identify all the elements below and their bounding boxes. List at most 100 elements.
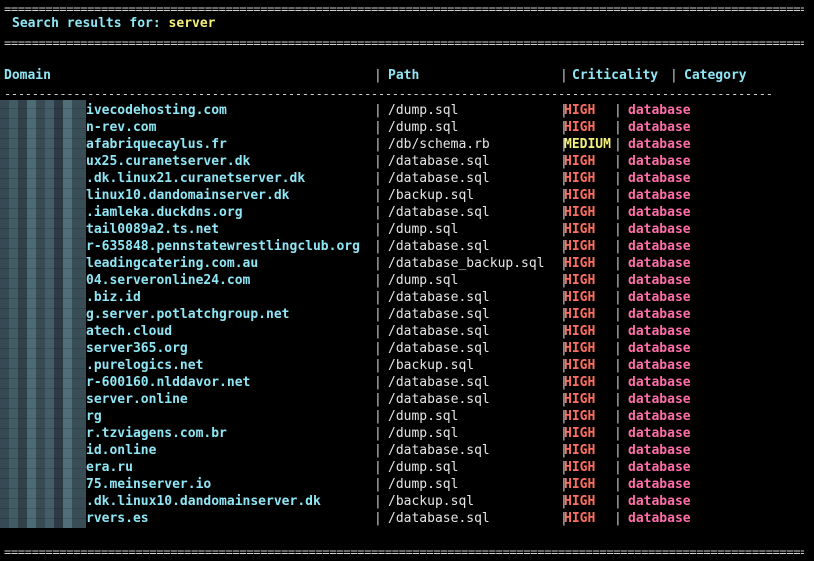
column-divider: | — [374, 341, 382, 356]
column-divider: | — [560, 68, 568, 83]
domain-cell: era.ru — [86, 460, 133, 475]
separator-bottom: ========================================… — [4, 546, 804, 558]
path-cell: /database.sql — [388, 443, 490, 458]
column-divider: | — [614, 477, 622, 492]
criticality-cell: HIGH — [564, 341, 596, 356]
column-divider: | — [374, 188, 382, 203]
category-cell: database — [628, 103, 691, 118]
column-divider: | — [670, 68, 678, 83]
table-row: rg |/dump.sql | HIGH | database — [0, 409, 814, 426]
table-row: r-635848.pennstatewrestlingclub.org | /dat… — [0, 239, 814, 256]
table-row: linux10.dandomainserver.dk | /backup.sql | H… — [0, 188, 814, 205]
path-cell: /database.sql — [388, 341, 490, 356]
table-row: .dk.linux10.dandomainserver.dk | /backup.s… — [0, 494, 814, 511]
column-divider: | — [614, 460, 622, 475]
criticality-cell: HIGH — [564, 239, 596, 254]
table-row: server.online |/database.sql | HIGH | databas… — [0, 392, 814, 409]
category-cell: database — [628, 120, 691, 135]
column-divider: | — [614, 341, 622, 356]
domain-cell: id.online — [86, 443, 157, 458]
path-cell: /database.sql — [388, 171, 490, 186]
column-divider: | — [614, 409, 622, 424]
path-cell: /backup.sql — [388, 494, 475, 509]
category-cell: database — [628, 256, 691, 271]
column-divider: | — [614, 375, 622, 390]
category-cell: database — [628, 273, 691, 288]
table-row: atech.cloud |/database.sql | HIGH | database — [0, 324, 814, 341]
column-divider: | — [374, 171, 382, 186]
criticality-cell: HIGH — [564, 154, 596, 169]
table-row: leadingcatering.com.au | /database_backup.… — [0, 256, 814, 273]
domain-cell: atech.cloud — [86, 324, 173, 339]
category-cell: database — [628, 494, 691, 509]
category-cell: database — [628, 290, 691, 305]
column-divider: | — [614, 511, 622, 526]
path-cell: /db/schema.rb — [388, 137, 490, 152]
category-cell: database — [628, 171, 691, 186]
criticality-cell: HIGH — [564, 120, 596, 135]
table-row: r.tzviagens.com.br |/dump.sql | HIGH | databa… — [0, 426, 814, 443]
separator-top-2: ========================================… — [4, 37, 804, 49]
path-cell: /backup.sql — [388, 188, 475, 203]
column-divider: | — [614, 324, 622, 339]
path-cell: /dump.sql — [388, 103, 459, 118]
column-divider: | — [614, 120, 622, 135]
column-divider: | — [374, 273, 382, 288]
criticality-cell: HIGH — [564, 392, 596, 407]
domain-cell: 04.serveronline24.com — [86, 273, 251, 288]
table-row: era.ru |/dump.sql | HIGH | database — [0, 460, 814, 477]
category-cell: database — [628, 511, 691, 526]
domain-cell: 75.meinserver.io — [86, 477, 212, 492]
path-cell: /database_backup.sql — [388, 256, 545, 271]
category-cell: database — [628, 324, 691, 339]
domain-cell: r-600160.nlddavor.net — [86, 375, 251, 390]
column-divider: | — [614, 358, 622, 373]
column-divider: | — [614, 239, 622, 254]
criticality-cell: HIGH — [564, 426, 596, 441]
domain-cell: .biz.id — [86, 290, 141, 305]
domain-cell: ux25.curanetserver.dk — [86, 154, 251, 169]
column-divider: | — [614, 222, 622, 237]
table-row: rvers.es |/database.sql | HIGH | database — [0, 511, 814, 528]
column-divider: | — [374, 307, 382, 322]
category-cell: database — [628, 239, 691, 254]
criticality-cell: HIGH — [564, 205, 596, 220]
category-cell: database — [628, 358, 691, 373]
table-row: g.server.potlatchgroup.net | /database.sql… — [0, 307, 814, 324]
path-cell: /database.sql — [388, 290, 490, 305]
search-query: server — [168, 16, 216, 31]
path-cell: /database.sql — [388, 239, 490, 254]
path-cell: /dump.sql — [388, 273, 459, 288]
column-divider: | — [374, 477, 382, 492]
criticality-cell: HIGH — [564, 358, 596, 373]
table-row: server365.org |/database.sql | HIGH | databas… — [0, 341, 814, 358]
domain-cell: g.server.potlatchgroup.net — [86, 307, 290, 322]
table-row: .biz.id |/database.sql | HIGH | database — [0, 290, 814, 307]
criticality-cell: HIGH — [564, 171, 596, 186]
table-row: 04.serveronline24.com |/dump.sql | HIGH | dat… — [0, 273, 814, 290]
domain-cell: leadingcatering.com.au — [86, 256, 259, 271]
header-criticality: Criticality — [572, 68, 659, 83]
criticality-cell: HIGH — [564, 324, 596, 339]
category-cell: database — [628, 137, 691, 152]
path-cell: /database.sql — [388, 375, 490, 390]
path-cell: /dump.sql — [388, 409, 459, 424]
column-divider: | — [614, 426, 622, 441]
path-cell: /database.sql — [388, 392, 490, 407]
category-cell: database — [628, 341, 691, 356]
column-divider: | — [614, 103, 622, 118]
column-divider: | — [374, 68, 382, 83]
category-cell: database — [628, 460, 691, 475]
table-row: .purelogics.net |/backup.sql | HIGH | databas… — [0, 358, 814, 375]
path-cell: /dump.sql — [388, 426, 459, 441]
table-row: n-rev.com |/dump.sql | HIGH | database — [0, 120, 814, 137]
column-divider: | — [374, 375, 382, 390]
domain-cell: .purelogics.net — [86, 358, 204, 373]
domain-cell: tail0089a2.ts.net — [86, 222, 220, 237]
category-cell: database — [628, 154, 691, 169]
path-cell: /database.sql — [388, 511, 490, 526]
category-cell: database — [628, 443, 691, 458]
path-cell: /database.sql — [388, 205, 490, 220]
category-cell: database — [628, 375, 691, 390]
column-divider: | — [374, 460, 382, 475]
